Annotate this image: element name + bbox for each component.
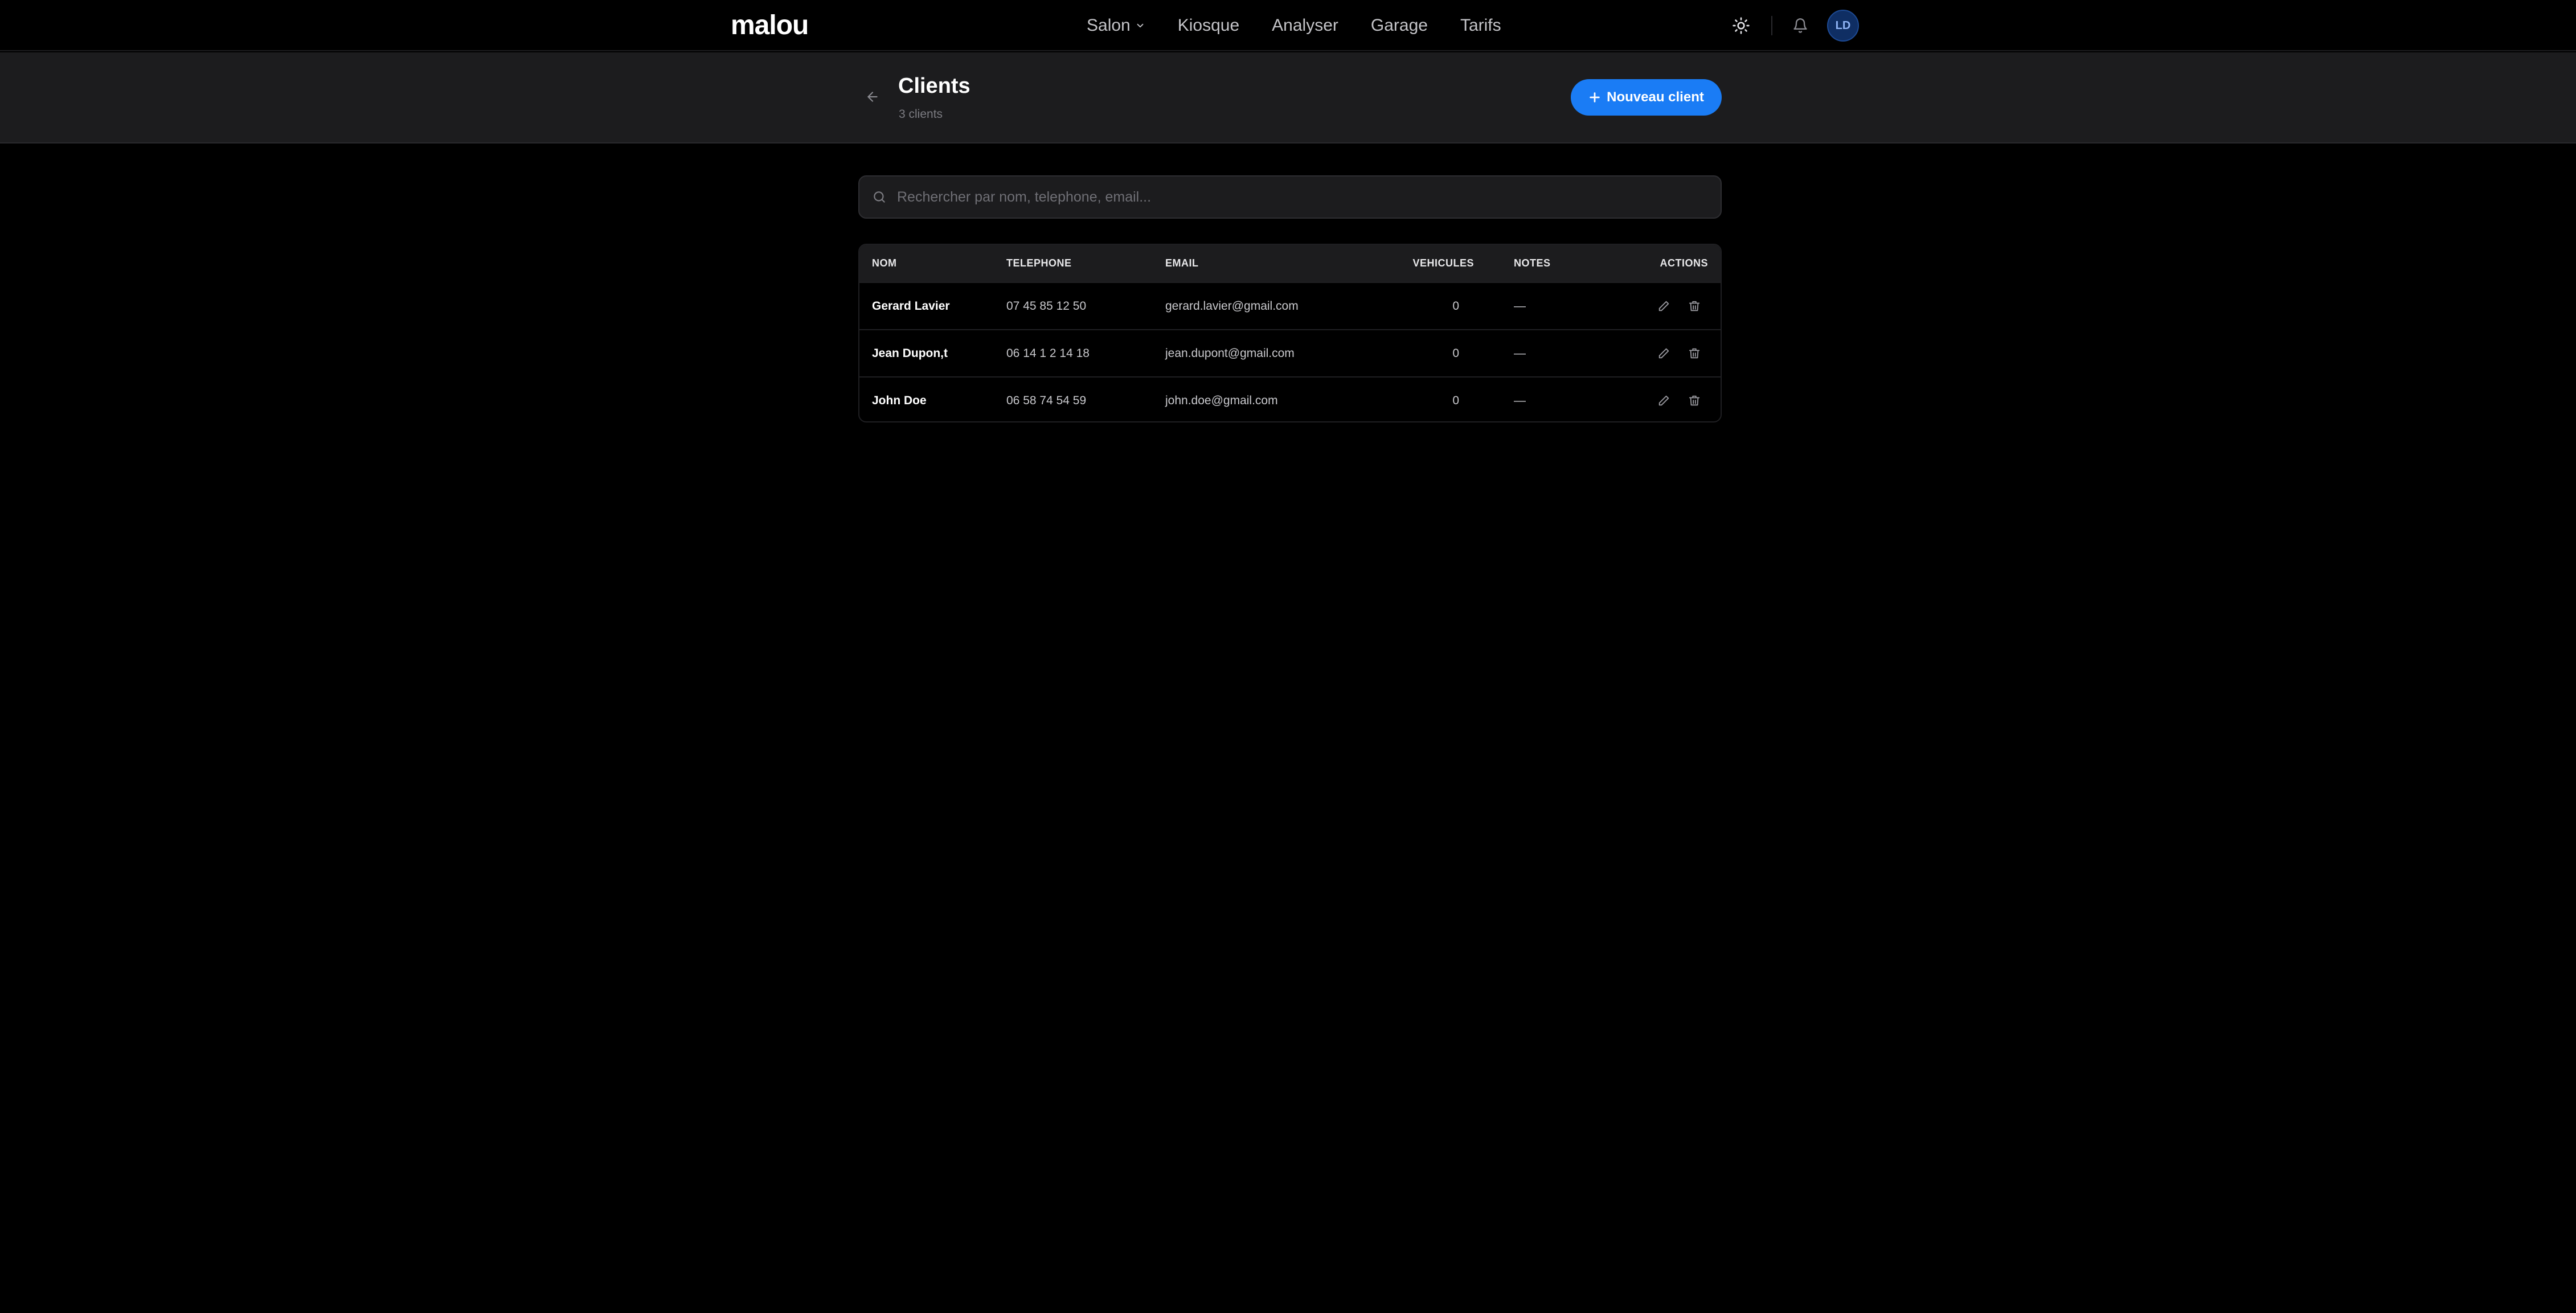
edit-button[interactable] bbox=[1656, 298, 1672, 314]
client-name: Jean Dupon,t bbox=[872, 346, 948, 360]
client-notes: — bbox=[1514, 394, 1526, 407]
theme-toggle-button[interactable] bbox=[1726, 10, 1756, 41]
pencil-icon bbox=[1658, 301, 1669, 311]
nav-item-label: Garage bbox=[1370, 16, 1428, 35]
nav-links: Salon Kiosque Analyser Garage Tarifs bbox=[1087, 14, 1501, 38]
nav-item-analyser[interactable]: Analyser bbox=[1272, 14, 1338, 38]
delete-button[interactable] bbox=[1686, 346, 1702, 362]
nav-item-tarifs[interactable]: Tarifs bbox=[1460, 14, 1501, 38]
row-actions bbox=[1612, 282, 1721, 330]
client-vehicle-count: 0 bbox=[1452, 346, 1459, 360]
plus-icon bbox=[1590, 92, 1600, 102]
column-header-actions: ACTIONS bbox=[1660, 257, 1708, 269]
table-row[interactable]: John Doe 06 58 74 54 59 john.doe@gmail.c… bbox=[859, 377, 1721, 421]
sun-icon bbox=[1733, 17, 1750, 34]
nav-item-label: Tarifs bbox=[1460, 16, 1501, 35]
new-client-label: Nouveau client bbox=[1607, 89, 1704, 105]
avatar[interactable]: LD bbox=[1827, 10, 1859, 42]
new-client-button[interactable]: Nouveau client bbox=[1571, 79, 1722, 116]
clients-table: NOM TELEPHONE EMAIL VEHICULES NOTES ACTI… bbox=[858, 244, 1722, 422]
client-phone: 07 45 85 12 50 bbox=[1006, 299, 1087, 313]
client-phone: 06 14 1 2 14 18 bbox=[1006, 346, 1090, 360]
delete-button[interactable] bbox=[1686, 298, 1702, 314]
search-bar bbox=[858, 175, 1722, 219]
table-header-row: NOM TELEPHONE EMAIL VEHICULES NOTES ACTI… bbox=[859, 245, 1721, 282]
trash-icon bbox=[1689, 301, 1700, 311]
top-navigation: malou Salon Kiosque Analyser Garage Tari… bbox=[0, 0, 2576, 51]
table-row[interactable]: Gerard Lavier 07 45 85 12 50 gerard.lavi… bbox=[859, 282, 1721, 330]
client-name: Gerard Lavier bbox=[872, 299, 950, 313]
search-icon bbox=[871, 188, 888, 206]
column-header-telephone[interactable]: TELEPHONE bbox=[1006, 245, 1165, 282]
chevron-down-icon bbox=[1137, 23, 1144, 28]
edit-button[interactable] bbox=[1656, 346, 1672, 362]
column-header-email[interactable]: EMAIL bbox=[1165, 245, 1366, 282]
row-actions bbox=[1612, 330, 1721, 377]
back-button[interactable] bbox=[860, 84, 885, 109]
page-header: Clients 3 clients Nouveau client bbox=[0, 52, 2576, 143]
client-vehicle-count: 0 bbox=[1452, 299, 1459, 313]
logo[interactable]: malou bbox=[731, 10, 809, 42]
row-actions bbox=[1612, 377, 1721, 421]
pencil-icon bbox=[1658, 348, 1669, 358]
nav-item-label: Analyser bbox=[1272, 16, 1338, 35]
delete-button[interactable] bbox=[1686, 393, 1702, 409]
notifications-button[interactable] bbox=[1785, 10, 1816, 41]
client-notes: — bbox=[1514, 346, 1526, 360]
nav-item-label: Salon bbox=[1087, 16, 1131, 35]
search-input[interactable] bbox=[897, 177, 1721, 218]
client-name: John Doe bbox=[872, 394, 927, 407]
nav-item-kiosque[interactable]: Kiosque bbox=[1178, 14, 1239, 38]
client-email: gerard.lavier@gmail.com bbox=[1165, 299, 1299, 313]
trash-icon bbox=[1689, 395, 1700, 406]
client-email: jean.dupont@gmail.com bbox=[1165, 346, 1295, 360]
bell-icon bbox=[1793, 18, 1807, 33]
nav-divider bbox=[1771, 16, 1772, 35]
nav-item-garage[interactable]: Garage bbox=[1371, 14, 1428, 38]
nav-item-label: Kiosque bbox=[1177, 16, 1240, 35]
client-count: 3 clients bbox=[899, 108, 943, 121]
client-notes: — bbox=[1514, 299, 1526, 313]
client-email: john.doe@gmail.com bbox=[1165, 394, 1278, 407]
arrow-left-icon bbox=[867, 92, 878, 102]
column-header-nom[interactable]: NOM bbox=[859, 245, 1006, 282]
table-row[interactable]: Jean Dupon,t 06 14 1 2 14 18 jean.dupont… bbox=[859, 330, 1721, 377]
trash-icon bbox=[1689, 348, 1700, 358]
page-title: Clients bbox=[898, 74, 970, 98]
nav-item-salon[interactable]: Salon bbox=[1087, 14, 1145, 38]
pencil-icon bbox=[1658, 395, 1669, 406]
client-phone: 06 58 74 54 59 bbox=[1006, 394, 1087, 407]
nav-actions: LD bbox=[1726, 10, 1859, 42]
column-header-vehicules[interactable]: VEHICULES bbox=[1366, 245, 1498, 282]
client-vehicle-count: 0 bbox=[1452, 394, 1459, 407]
column-header-notes[interactable]: NOTES bbox=[1498, 245, 1612, 282]
edit-button[interactable] bbox=[1656, 393, 1672, 409]
